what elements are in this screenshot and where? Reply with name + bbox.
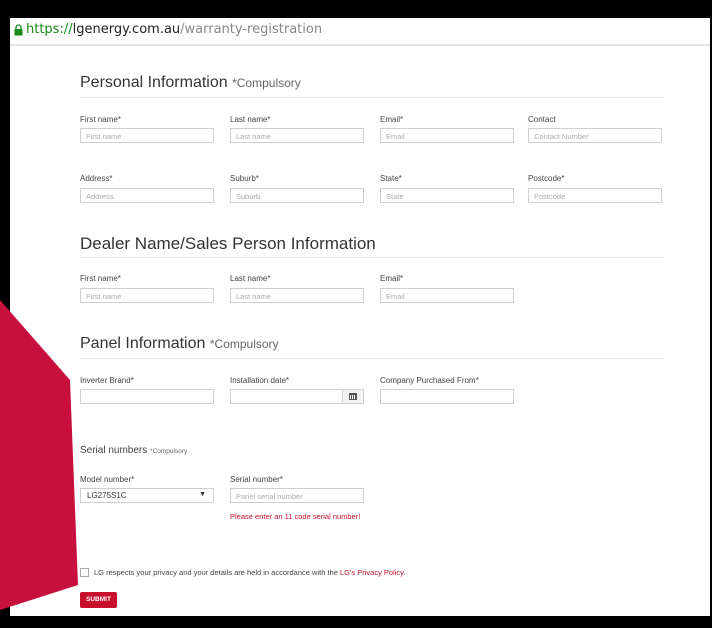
dealer-first-name-label: First name* [80,274,121,283]
model-number-value: LG275S1C [87,491,127,500]
divider [80,358,664,359]
submit-button[interactable]: SUBMIT [80,592,117,608]
email-label: Email* [380,115,404,124]
suburb-label: Suburb* [230,174,259,183]
chevron-down-icon: ▼ [199,491,206,498]
url-text: https://lgenergy.com.au/warranty-registr… [26,22,322,37]
privacy-policy-link[interactable]: LG's Privacy Policy [340,568,403,577]
first-name-input[interactable]: First name [80,128,214,143]
company-purchased-label: Company Purchased From* [380,376,479,385]
dealer-last-name-label: Last name* [230,274,271,283]
privacy-statement: LG respects your privacy and your detail… [94,568,338,577]
url-scheme: https:// [26,22,73,37]
lock-icon [14,24,23,36]
suburb-input[interactable]: Suburb [230,188,364,203]
privacy-checkbox[interactable] [80,568,89,577]
email-input[interactable]: Email [380,128,514,143]
personal-info-title: Personal Information *Compulsory [80,74,301,92]
address-input[interactable]: Address [80,188,214,203]
state-label: State* [380,174,402,183]
contact-input[interactable]: Contact Number [528,128,662,143]
compulsory-note: *Compulsory [232,76,301,90]
first-name-label: First name* [80,115,121,124]
contact-label: Contact [528,115,556,124]
url-host: lgenergy.com.au [72,22,181,37]
dealer-info-title: Dealer Name/Sales Person Information [80,234,376,253]
personal-info-heading: Personal Information [80,74,228,91]
privacy-text: LG respects your privacy and your detail… [94,568,405,577]
compulsory-note: *Compulsory [150,448,188,455]
company-purchased-input[interactable] [380,389,514,404]
postcode-label: Postcode* [528,174,565,183]
serial-number-input[interactable]: Panel serial number [230,488,364,503]
inverter-brand-input[interactable] [80,389,214,404]
compulsory-note: *Compulsory [209,337,279,351]
dealer-email-input[interactable]: Email [380,288,514,303]
state-input[interactable]: State [380,188,514,203]
divider [80,97,664,98]
inverter-brand-label: Inverter Brand* [80,376,134,385]
privacy-end: . [403,568,406,577]
url-path: /warranty-registration [180,22,323,37]
model-number-select[interactable]: LG275S1C ▼ [80,488,214,503]
calendar-button[interactable] [342,390,363,403]
model-number-label: Model number* [80,475,135,484]
last-name-label: Last name* [230,115,271,124]
serial-numbers-title: Serial numbers *Compulsory [80,445,187,456]
panel-info-heading: Panel Information [80,335,206,352]
browser-window: https://lgenergy.com.au/warranty-registr… [10,18,710,616]
dealer-email-label: Email* [380,274,404,283]
dealer-last-name-input[interactable]: Last name [230,288,364,303]
postcode-input[interactable]: Postcode [528,188,662,203]
address-bar[interactable]: https://lgenergy.com.au/warranty-registr… [10,18,710,46]
installation-date-label: Installation date* [230,376,290,385]
divider [80,257,664,258]
panel-info-title: Panel Information *Compulsory [80,335,279,353]
installation-date-input[interactable] [230,389,364,404]
address-label: Address* [80,174,113,183]
dealer-first-name-input[interactable]: First name [80,288,214,303]
calendar-icon [349,393,357,400]
serial-number-label: Serial number* [230,475,283,484]
last-name-input[interactable]: Last name [230,128,364,143]
serial-numbers-heading: Serial numbers [80,445,148,456]
serial-error-message: Please enter an 11 code serial number! [230,512,361,521]
